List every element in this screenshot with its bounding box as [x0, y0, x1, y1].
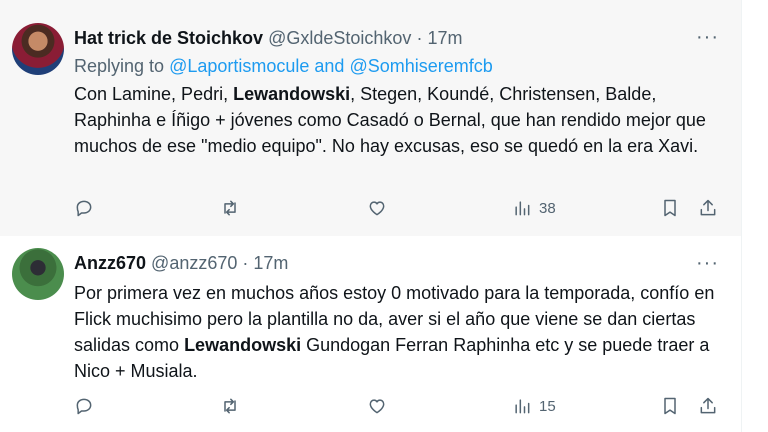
- retweet-button[interactable]: [220, 196, 240, 220]
- tweet-text: Por primera vez en muchos años estoy 0 m…: [74, 280, 730, 384]
- retweet-icon: [224, 200, 236, 216]
- timestamp[interactable]: 17m: [253, 253, 288, 273]
- tweet-text-part: Con Lamine, Pedri,: [74, 84, 234, 104]
- share-icon: [700, 397, 716, 414]
- scrollbar-area[interactable]: [741, 0, 768, 432]
- views-count: 15: [539, 397, 556, 415]
- reply-button[interactable]: [74, 394, 94, 418]
- avatar[interactable]: [12, 23, 64, 75]
- more-options-icon[interactable]: ···: [696, 253, 718, 273]
- bookmark-icon: [664, 199, 676, 217]
- share-button[interactable]: [698, 394, 718, 418]
- bookmark-button[interactable]: [660, 394, 680, 418]
- retweet-button[interactable]: [220, 394, 240, 418]
- bookmark-icon: [664, 397, 676, 415]
- share-button[interactable]: [698, 196, 718, 220]
- tweet-header: Hat trick de Stoichkov @GxldeStoichkov ·…: [74, 27, 462, 49]
- like-icon: [369, 399, 385, 414]
- author-handle[interactable]: @GxldeStoichkov: [268, 28, 411, 48]
- tweet-text-bold: Lewandowski: [233, 84, 351, 104]
- replying-to-users[interactable]: @Laportismocule and @Somhiseremfcb: [169, 56, 493, 76]
- action-bar: 38: [74, 196, 724, 220]
- reply-icon: [76, 200, 92, 217]
- tweet-card[interactable]: Anzz670 @anzz670 · 17m ··· Por primera v…: [0, 236, 742, 432]
- views-icon: [515, 399, 530, 414]
- timestamp[interactable]: 17m: [427, 28, 462, 48]
- action-bar: 15: [74, 394, 724, 418]
- tweet-card[interactable]: Hat trick de Stoichkov @GxldeStoichkov ·…: [0, 0, 742, 236]
- author-name[interactable]: Anzz670: [74, 253, 146, 273]
- author-name[interactable]: Hat trick de Stoichkov: [74, 28, 263, 48]
- more-options-icon[interactable]: ···: [696, 27, 718, 47]
- tweet-text-bold: Lewandowski: [184, 335, 302, 355]
- reply-icon: [76, 398, 92, 415]
- share-icon: [700, 199, 716, 216]
- tweet-header: Anzz670 @anzz670 · 17m: [74, 252, 288, 274]
- bookmark-button[interactable]: [660, 196, 680, 220]
- avatar[interactable]: [12, 248, 64, 300]
- replying-to-line: Replying to @Laportismocule and @Somhise…: [74, 55, 493, 77]
- author-handle[interactable]: @anzz670: [151, 253, 237, 273]
- views-icon: [515, 201, 530, 216]
- like-button[interactable]: [367, 394, 387, 418]
- like-icon: [369, 201, 385, 216]
- views-button[interactable]: 38: [512, 196, 556, 220]
- like-button[interactable]: [367, 196, 387, 220]
- views-button[interactable]: 15: [512, 394, 556, 418]
- tweet-text: Con Lamine, Pedri, Lewandowski, Stegen, …: [74, 81, 730, 159]
- reply-button[interactable]: [74, 196, 94, 220]
- retweet-icon: [224, 398, 236, 414]
- separator: ·: [416, 28, 423, 48]
- replying-to-label: Replying to: [74, 56, 165, 76]
- views-count: 38: [539, 199, 556, 217]
- separator: ·: [242, 253, 249, 273]
